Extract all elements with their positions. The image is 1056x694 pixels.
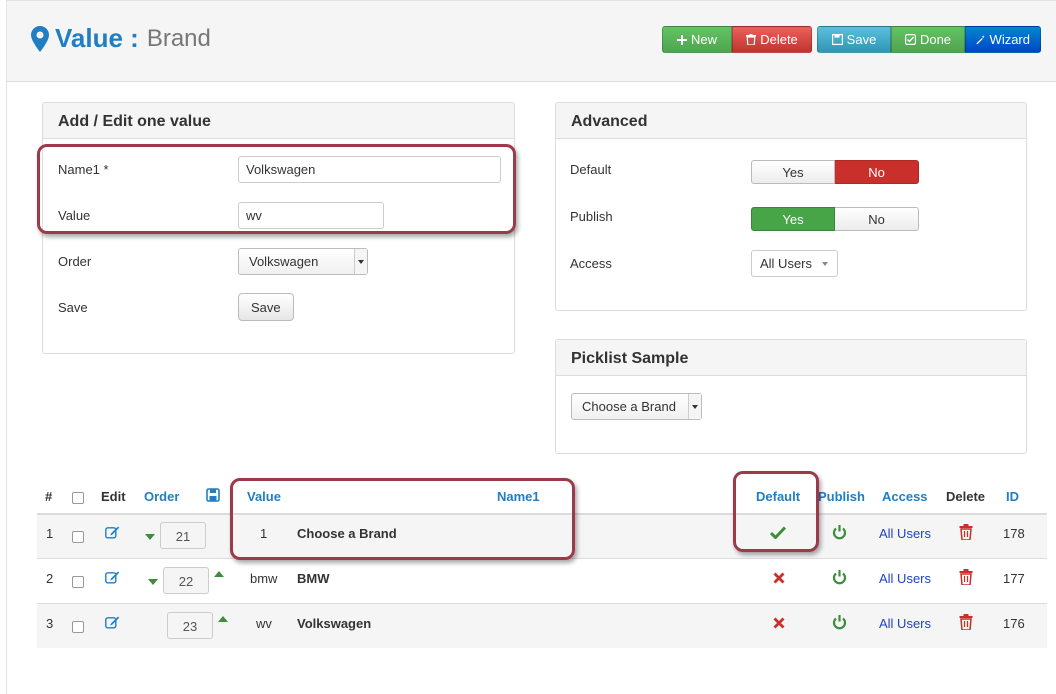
- row-number: 2: [46, 571, 54, 586]
- trash-icon: [746, 34, 757, 45]
- chevron-down-icon: [688, 394, 701, 419]
- order-input[interactable]: 23: [167, 612, 213, 639]
- publish-no-option[interactable]: No: [835, 207, 919, 231]
- title-sub: Brand: [146, 24, 211, 52]
- new-button[interactable]: New: [662, 26, 732, 53]
- row-name: Volkswagen: [297, 616, 372, 631]
- row-value: bmw: [250, 571, 278, 586]
- caret-down-icon: [822, 262, 828, 266]
- order-input[interactable]: 22: [163, 567, 209, 594]
- order-select-value: Volkswagen: [249, 254, 319, 269]
- delete-button[interactable]: Delete: [732, 26, 812, 53]
- done-button[interactable]: Done: [891, 26, 965, 53]
- chevron-down-icon: [354, 249, 367, 274]
- row-id: 177: [1003, 571, 1025, 586]
- row-number: 1: [46, 526, 54, 541]
- check-square-icon: [904, 34, 916, 45]
- order-down-icon[interactable]: [148, 579, 158, 585]
- save-button-label: Save: [846, 32, 877, 47]
- highlight-name-value-fields: [37, 144, 516, 234]
- save-order-icon[interactable]: [206, 488, 220, 502]
- row-checkbox[interactable]: [72, 531, 84, 543]
- floppy-icon: [831, 34, 843, 45]
- publish-toggle: Yes No: [751, 207, 919, 231]
- order-up-icon[interactable]: [218, 616, 228, 622]
- row-id: 178: [1003, 526, 1025, 541]
- access-select-value: All Users: [760, 256, 813, 271]
- edit-icon[interactable]: [105, 570, 120, 584]
- publish-label: Publish: [570, 209, 613, 224]
- row-access-link[interactable]: All Users: [879, 526, 931, 541]
- wizard-button[interactable]: Wizard: [965, 26, 1041, 53]
- new-button-label: New: [690, 32, 717, 47]
- edit-icon[interactable]: [105, 615, 120, 629]
- edit-panel-title: Add / Edit one value: [43, 103, 514, 139]
- row-number: 3: [46, 616, 54, 631]
- row-id: 176: [1003, 616, 1025, 631]
- cross-icon[interactable]: [773, 572, 785, 584]
- toolbar-group-edit: New Delete: [662, 26, 812, 53]
- wizard-button-label: Wizard: [989, 32, 1030, 47]
- order-up-icon[interactable]: [214, 571, 224, 577]
- default-no-option[interactable]: No: [835, 160, 919, 184]
- highlight-default-column: [733, 471, 819, 552]
- done-button-label: Done: [919, 32, 952, 47]
- row-checkbox[interactable]: [72, 621, 84, 633]
- picklist-sample-select[interactable]: Choose a Brand: [571, 393, 702, 420]
- save-row-label: Save: [58, 300, 88, 315]
- row-checkbox[interactable]: [72, 576, 84, 588]
- access-label: Access: [570, 256, 612, 271]
- default-yes-option[interactable]: Yes: [751, 160, 835, 184]
- col-delete-header: Delete: [946, 489, 986, 504]
- default-label: Default: [570, 162, 612, 177]
- trash-icon[interactable]: [959, 524, 973, 540]
- page-header: Value : Brand New Delete Save Done Wizar…: [7, 0, 1056, 82]
- order-label: Order: [58, 254, 92, 269]
- power-icon[interactable]: [832, 524, 847, 540]
- save-button[interactable]: Save: [817, 26, 891, 53]
- order-down-icon[interactable]: [145, 534, 155, 540]
- cross-icon[interactable]: [773, 617, 785, 629]
- publish-yes-option[interactable]: Yes: [751, 207, 835, 231]
- col-access-header[interactable]: Access: [882, 489, 928, 504]
- col-publish-header[interactable]: Publish: [818, 489, 865, 504]
- plus-icon: [676, 34, 687, 45]
- power-icon[interactable]: [832, 569, 847, 585]
- highlight-value-name-columns: [230, 478, 575, 560]
- col-num-header: #: [45, 489, 53, 504]
- magic-wand-icon: [976, 34, 985, 44]
- row-access-link[interactable]: All Users: [879, 616, 931, 631]
- title-main: Value :: [55, 23, 139, 53]
- select-all-checkbox[interactable]: [72, 492, 84, 504]
- order-input[interactable]: 21: [160, 522, 206, 549]
- map-pin-icon: [31, 25, 49, 52]
- edit-icon[interactable]: [105, 525, 120, 539]
- col-order-header[interactable]: Order: [144, 489, 179, 504]
- advanced-panel-title: Advanced: [556, 103, 1026, 139]
- picklist-panel-title: Picklist Sample: [556, 340, 1026, 376]
- default-toggle: Yes No: [751, 160, 919, 184]
- row-name: BMW: [297, 571, 330, 586]
- row-access-link[interactable]: All Users: [879, 571, 931, 586]
- row-value: wv: [256, 616, 272, 631]
- delete-button-label: Delete: [760, 32, 798, 47]
- trash-icon[interactable]: [959, 569, 973, 585]
- access-select[interactable]: All Users: [751, 250, 838, 277]
- save-value-button[interactable]: Save: [238, 293, 294, 321]
- page-title: Value : Brand: [31, 23, 211, 54]
- order-select[interactable]: Volkswagen: [238, 248, 368, 275]
- col-edit-header: Edit: [101, 489, 126, 504]
- toolbar-group-save: Save Done Wizard: [817, 26, 1041, 53]
- picklist-select-value: Choose a Brand: [582, 399, 676, 414]
- power-icon[interactable]: [832, 614, 847, 630]
- col-id-header[interactable]: ID: [1006, 489, 1019, 504]
- trash-icon[interactable]: [959, 614, 973, 630]
